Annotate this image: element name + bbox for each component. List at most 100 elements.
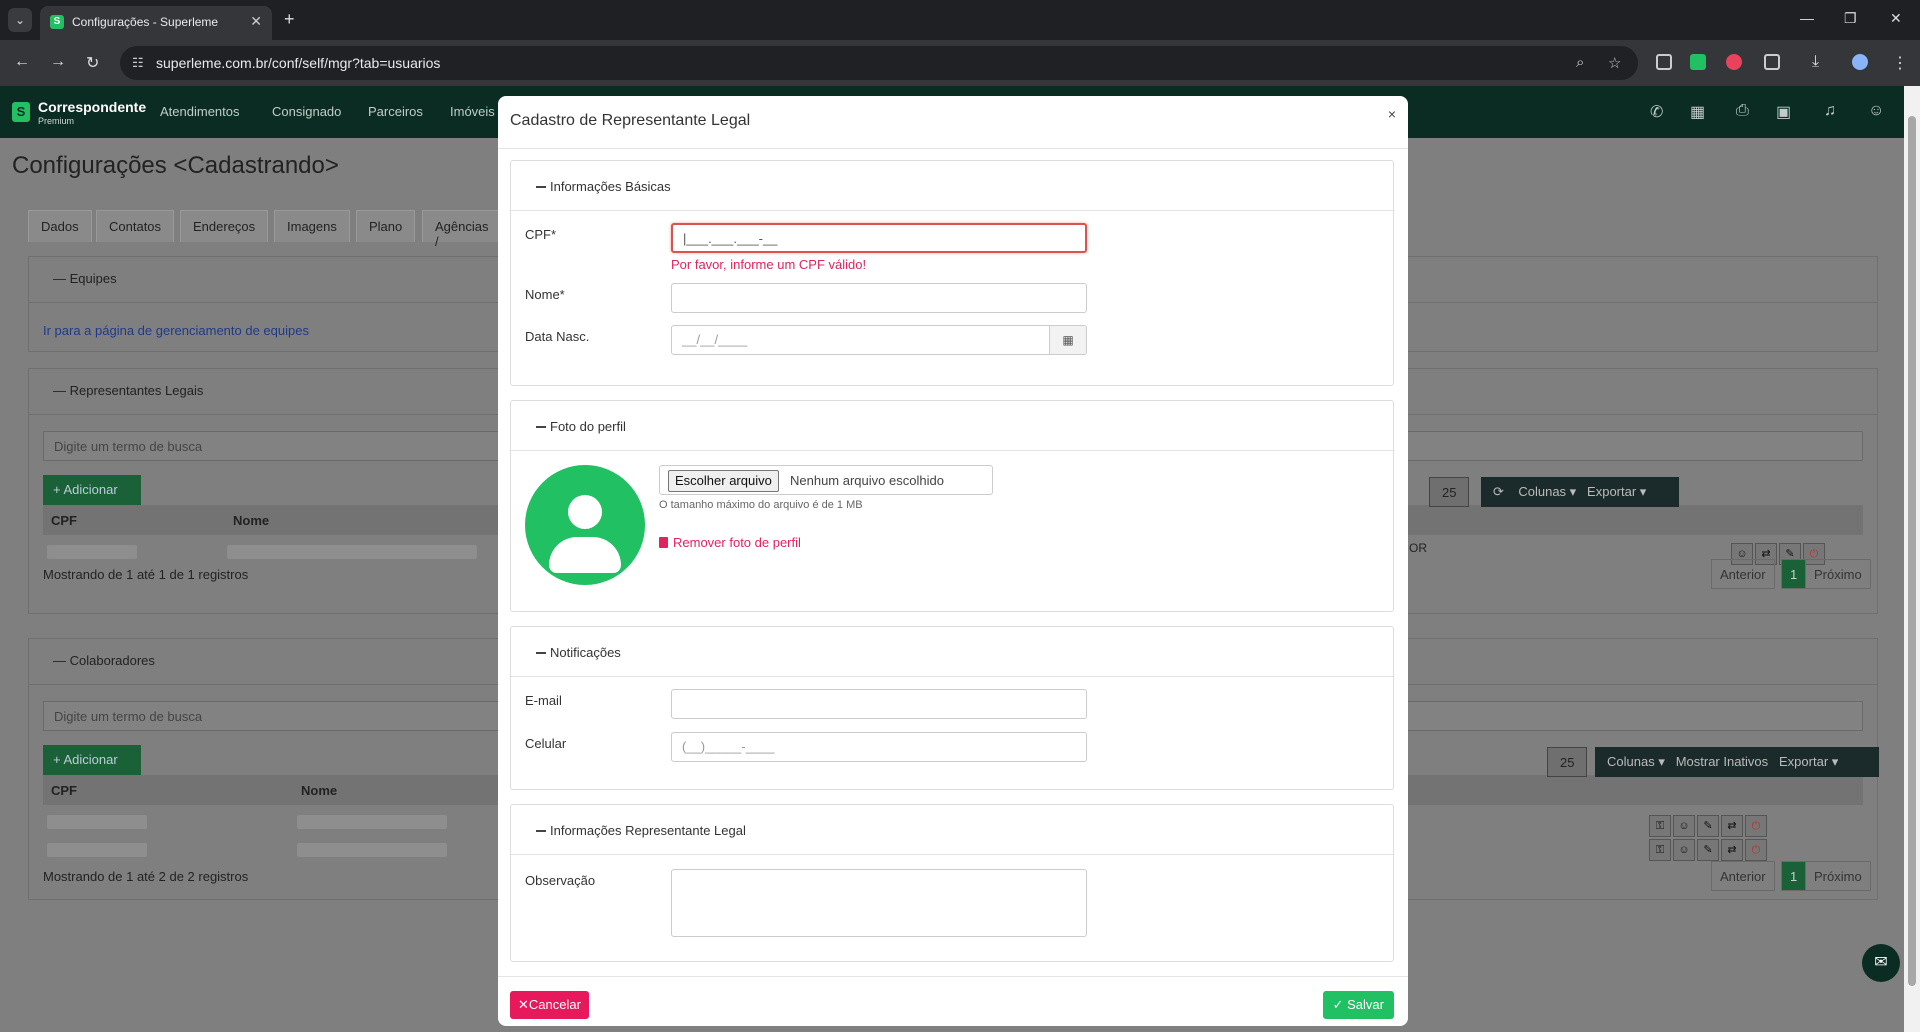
cpf-label: CPF* [525, 227, 557, 242]
url-text[interactable]: superleme.com.br/conf/self/mgr?tab=usuar… [156, 55, 440, 71]
brand-logo-icon[interactable]: S [12, 102, 30, 122]
blurred-name [297, 843, 447, 857]
representante-modal: Cadastro de Representante Legal × Inform… [498, 96, 1408, 1026]
remove-photo-link[interactable]: Remover foto de perfil [659, 535, 801, 550]
observation-textarea[interactable] [671, 869, 1087, 937]
name-input[interactable] [671, 283, 1087, 313]
nav-parceiros[interactable]: Parceiros [368, 104, 423, 119]
forward-icon[interactable]: → [50, 53, 66, 71]
minimize-icon[interactable]: — [1800, 10, 1814, 26]
colaboradores-add-button[interactable]: + Adicionar [43, 745, 141, 775]
gift-icon[interactable]: ▣ [1776, 102, 1791, 122]
printer-icon[interactable]: ⎙ [1736, 102, 1749, 120]
choose-file-button[interactable]: Escolher arquivo [668, 470, 779, 492]
scroll-thumb[interactable] [1908, 116, 1916, 986]
reload-icon[interactable]: ↻ [86, 53, 99, 73]
photo-heading[interactable]: Foto do perfil [511, 401, 1393, 451]
page-size-select[interactable]: 25 [1429, 477, 1470, 507]
calendar-nav-icon[interactable]: ▦ [1690, 102, 1705, 122]
tab-contatos[interactable]: Contatos [96, 210, 175, 242]
back-icon[interactable]: ← [14, 53, 30, 71]
col-cpf[interactable]: CPF [51, 783, 77, 798]
modal-close-icon[interactable]: × [1388, 106, 1396, 122]
avatar-body-shape [549, 537, 621, 573]
tab-search-ext-icon[interactable] [1656, 54, 1672, 70]
columns-button[interactable]: Colunas [1518, 484, 1566, 499]
edit-action-icon[interactable]: ✎ [1697, 839, 1719, 861]
col-nome[interactable]: Nome [233, 513, 269, 528]
legal-info-heading[interactable]: Informações Representante Legal [511, 805, 1393, 855]
calendar-icon[interactable]: ▦ [1049, 325, 1087, 355]
tab-enderecos[interactable]: Endereços [180, 210, 269, 242]
save-button[interactable]: ✓ Salvar [1322, 991, 1394, 1019]
close-window-icon[interactable]: ✕ [1890, 10, 1902, 27]
download-icon[interactable]: ⤓ [1812, 53, 1819, 71]
email-label: E-mail [525, 693, 562, 708]
zoom-icon[interactable]: ⌕ [1576, 54, 1584, 71]
user-icon[interactable]: ☺ [1868, 102, 1884, 120]
next-page-button[interactable]: Próximo [1805, 861, 1871, 891]
cpf-input[interactable]: |___.___.___-__ [671, 223, 1087, 253]
representantes-add-button[interactable]: + Adicionar [43, 475, 141, 505]
export-button[interactable]: Exportar [1587, 484, 1636, 499]
col-nome[interactable]: Nome [301, 783, 337, 798]
tab-plano[interactable]: Plano [356, 210, 416, 242]
profile-icon[interactable] [1852, 54, 1868, 70]
nav-consignado[interactable]: Consignado [272, 104, 341, 119]
phone-input[interactable]: (__)_____-____ [671, 732, 1087, 762]
equipes-link[interactable]: Ir para a página de gerenciamento de equ… [43, 323, 309, 338]
transfer-action-icon[interactable]: ⇄ [1721, 839, 1743, 861]
page-1-button[interactable]: 1 [1781, 861, 1807, 891]
notifications-section: Notificações E-mail Celular (__)_____-__… [510, 626, 1394, 790]
tab-dados[interactable]: Dados [28, 210, 92, 242]
blurred-cpf [47, 843, 147, 857]
tab-search-icon[interactable]: ⌄ [8, 8, 32, 32]
page-scrollbar[interactable] [1904, 86, 1920, 1032]
cancel-button[interactable]: ✕Cancelar [510, 991, 589, 1019]
save-label: Salvar [1347, 997, 1384, 1012]
chat-bubble-icon[interactable]: ✉ [1862, 944, 1900, 982]
tab-imagens[interactable]: Imagens [274, 210, 350, 242]
bookmark-star-icon[interactable]: ☆ [1608, 54, 1621, 72]
email-input[interactable] [671, 689, 1087, 719]
extensions-icon[interactable] [1764, 54, 1780, 70]
col-cpf[interactable]: CPF [51, 513, 77, 528]
user-action-icon[interactable]: ☺ [1673, 815, 1695, 837]
whatsapp-icon[interactable]: ✆ [1650, 102, 1663, 122]
prev-page-button[interactable]: Anterior [1711, 559, 1775, 589]
brand-name[interactable]: Correspondente [38, 99, 146, 115]
new-tab-icon[interactable]: + [284, 9, 295, 30]
refresh-icon[interactable]: ⟳ [1493, 484, 1504, 499]
columns-button[interactable]: Colunas [1607, 754, 1655, 769]
tab-agencias[interactable]: Agências / [422, 210, 502, 249]
show-inactive-button[interactable]: Mostrar Inativos [1676, 754, 1768, 769]
browser-tab[interactable]: S Configurações - Superleme ✕ [40, 6, 272, 40]
next-page-button[interactable]: Próximo [1805, 559, 1871, 589]
nav-imoveis[interactable]: Imóveis [450, 104, 495, 119]
user-action-icon[interactable]: ☺ [1673, 839, 1695, 861]
nav-atendimentos[interactable]: Atendimentos [160, 104, 240, 119]
browser-menu-icon[interactable]: ⋮ [1892, 53, 1908, 73]
collapse-icon [536, 425, 546, 428]
site-info-icon[interactable]: ☷ [132, 55, 144, 71]
restore-icon[interactable]: ❐ [1844, 10, 1857, 27]
page-size-select[interactable]: 25 [1547, 747, 1588, 777]
notifications-heading[interactable]: Notificações [511, 627, 1393, 677]
ext-red-icon[interactable] [1726, 54, 1742, 70]
file-input[interactable]: Escolher arquivo Nenhum arquivo escolhid… [659, 465, 993, 495]
superleme-ext-icon[interactable] [1690, 54, 1706, 70]
tab-close-icon[interactable]: ✕ [250, 13, 262, 30]
edit-action-icon[interactable]: ✎ [1697, 815, 1719, 837]
key-action-icon[interactable]: ⚿ [1649, 839, 1671, 861]
export-button[interactable]: Exportar [1779, 754, 1828, 769]
prev-page-button[interactable]: Anterior [1711, 861, 1775, 891]
address-bar[interactable]: ☷ superleme.com.br/conf/self/mgr?tab=usu… [120, 46, 1638, 80]
basic-info-heading[interactable]: Informações Básicas [511, 161, 1393, 211]
bell-icon[interactable]: ♫ [1824, 102, 1836, 120]
page-1-button[interactable]: 1 [1781, 559, 1807, 589]
transfer-action-icon[interactable]: ⇄ [1721, 815, 1743, 837]
power-action-icon[interactable]: ⏻ [1745, 815, 1767, 837]
birth-date-input[interactable]: __/__/____ [671, 325, 1055, 355]
power-action-icon[interactable]: ⏻ [1745, 839, 1767, 861]
key-action-icon[interactable]: ⚿ [1649, 815, 1671, 837]
